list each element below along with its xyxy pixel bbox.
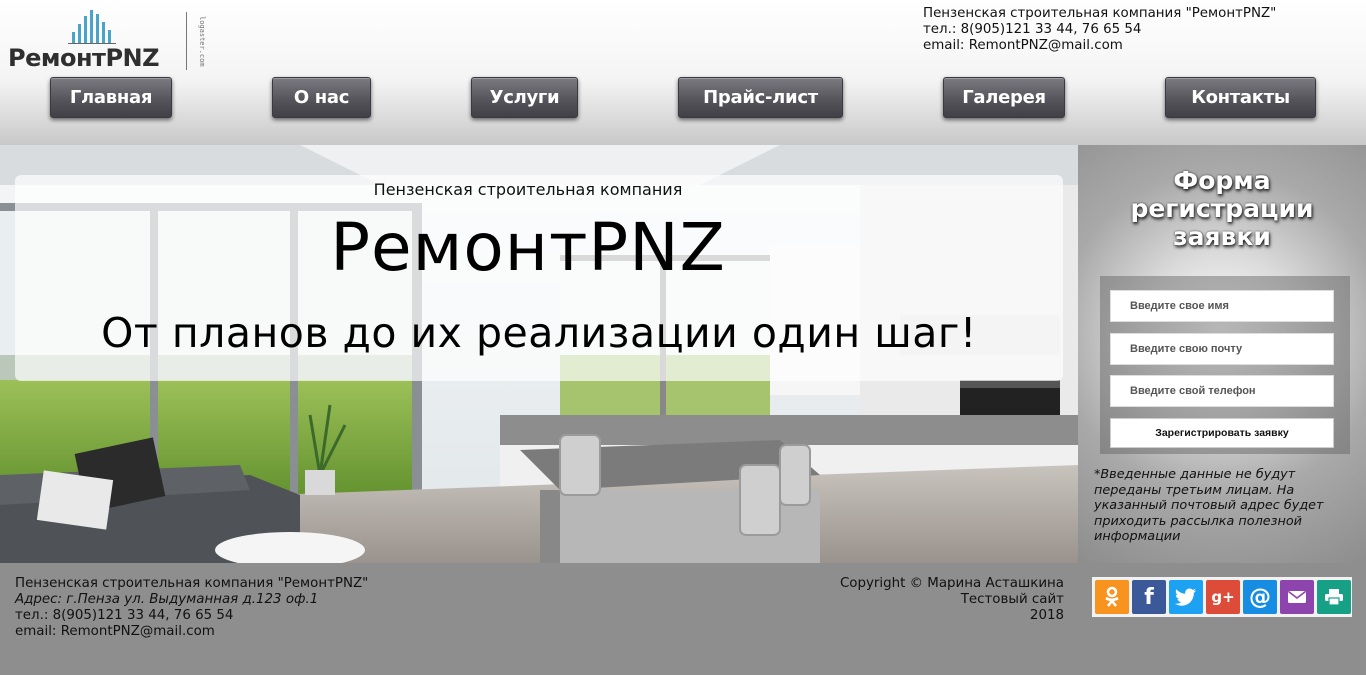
email-input[interactable] bbox=[1110, 333, 1334, 365]
google-plus-icon[interactable]: g+ bbox=[1206, 580, 1240, 614]
logo-side-text: logaster.com bbox=[198, 16, 206, 67]
logo[interactable]: РемонтPNZ logaster.com bbox=[8, 8, 208, 72]
privacy-note: *Введенные данные не будут переданы трет… bbox=[1094, 467, 1324, 544]
twitter-icon[interactable] bbox=[1169, 580, 1203, 614]
header-contacts: Пензенская строительная компания "Ремонт… bbox=[923, 6, 1353, 54]
header-phone: тел.: 8(905)121 33 44, 76 65 54 bbox=[923, 22, 1142, 37]
footer-address: Адрес: г.Пенза ул. Выдуманная д.123 оф.1 bbox=[15, 592, 319, 607]
hero-banner: Пензенская строительная компания РемонтP… bbox=[0, 145, 1078, 563]
hero-subtitle: Пензенская строительная компания bbox=[373, 180, 683, 199]
form-title-line: заявки bbox=[1173, 222, 1271, 251]
hero-slogan: От планов до их реализации один шаг! bbox=[101, 309, 977, 357]
logo-buildings-icon bbox=[68, 10, 116, 44]
print-icon[interactable] bbox=[1317, 580, 1351, 614]
facebook-icon[interactable]: f bbox=[1132, 580, 1166, 614]
header-email: email: RemontPNZ@mail.com bbox=[923, 38, 1123, 53]
footer-copyright-block: Copyright © Марина Асташкина Тестовый са… bbox=[764, 576, 1064, 624]
odnoklassniki-icon[interactable] bbox=[1095, 580, 1129, 614]
email-icon[interactable] bbox=[1280, 580, 1314, 614]
header-company: Пензенская строительная компания "Ремонт… bbox=[923, 6, 1277, 21]
nav-services-button[interactable]: Услуги bbox=[471, 77, 578, 118]
footer-contacts: Пензенская строительная компания "Ремонт… bbox=[15, 576, 575, 640]
nav-contacts-button[interactable]: Контакты bbox=[1165, 77, 1316, 118]
nav-gallery-button[interactable]: Галерея bbox=[943, 77, 1065, 118]
footer-company: Пензенская строительная компания "Ремонт… bbox=[15, 576, 369, 591]
mail-ru-icon[interactable]: @ bbox=[1243, 580, 1277, 614]
copyright-text: Copyright © Марина Асташкина bbox=[839, 576, 1064, 591]
nav-home-button[interactable]: Главная bbox=[50, 77, 172, 118]
hero-title: РемонтPNZ bbox=[330, 209, 726, 286]
share-bar: f g+ @ bbox=[1092, 577, 1352, 617]
footer-email: email: RemontPNZ@mail.com bbox=[15, 624, 215, 639]
logo-divider bbox=[186, 12, 187, 70]
site-header: РемонтPNZ logaster.com Пензенская строит… bbox=[0, 0, 1366, 145]
name-input[interactable] bbox=[1110, 290, 1334, 322]
phone-input[interactable] bbox=[1110, 375, 1334, 407]
nav-about-button[interactable]: О нас bbox=[272, 77, 371, 118]
site-note: Тестовый сайт bbox=[960, 592, 1064, 607]
registration-form-panel: Форма регистрации заявки Зарегистрироват… bbox=[1078, 145, 1366, 563]
site-footer: Пензенская строительная компания "Ремонт… bbox=[0, 563, 1366, 675]
nav-price-list-button[interactable]: Прайс-лист bbox=[678, 77, 843, 118]
footer-phone: тел.: 8(905)121 33 44, 76 65 54 bbox=[15, 608, 234, 623]
footer-year: 2018 bbox=[1029, 608, 1064, 623]
logo-text: РемонтPNZ bbox=[8, 44, 160, 72]
form-title-line: Форма bbox=[1173, 166, 1271, 195]
form-title: Форма регистрации заявки bbox=[1078, 167, 1366, 251]
submit-request-button[interactable]: Зарегистрировать заявку bbox=[1110, 418, 1334, 448]
form-title-line: регистрации bbox=[1130, 194, 1314, 223]
